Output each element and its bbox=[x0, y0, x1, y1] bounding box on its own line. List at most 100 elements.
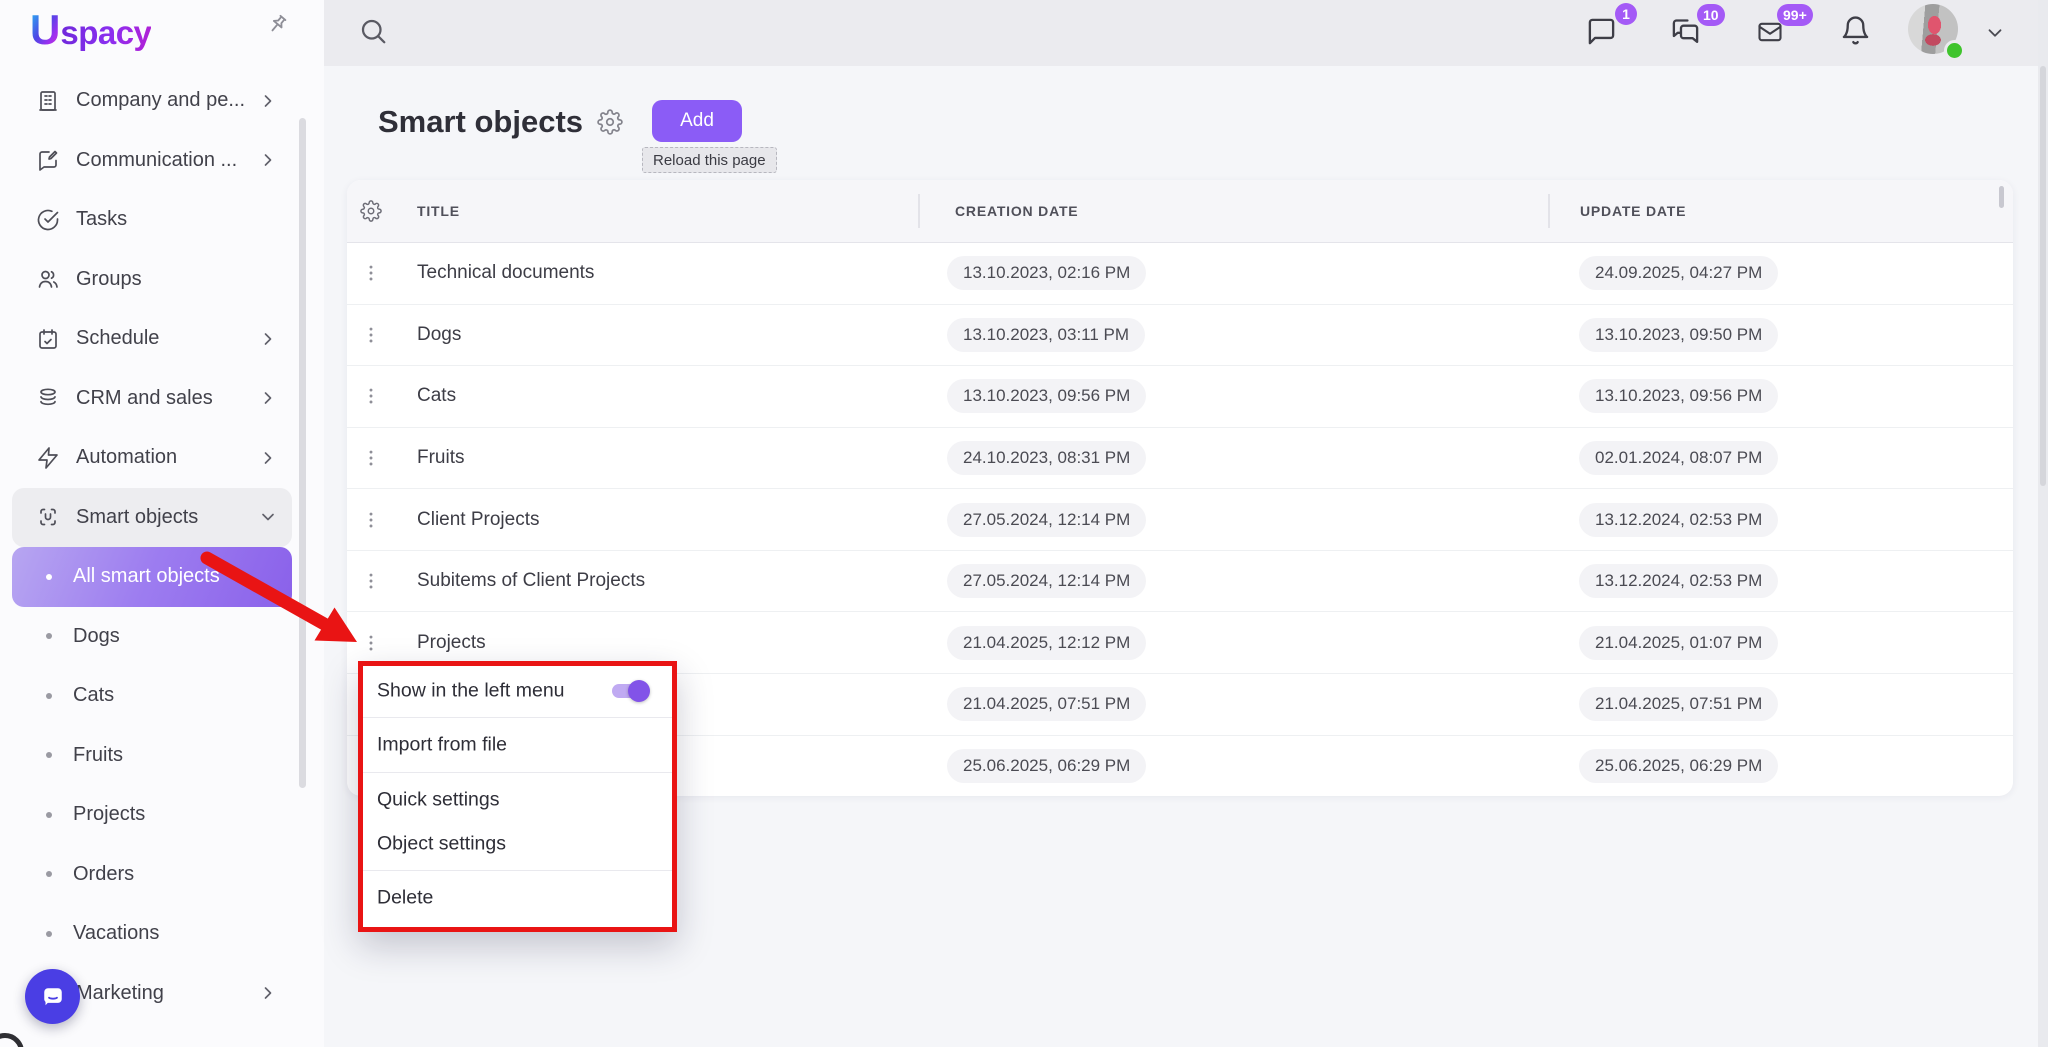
table-row[interactable]: Client Projects 27.05.2024, 12:14 PM 13.… bbox=[347, 489, 2013, 551]
lightning-icon bbox=[36, 446, 60, 470]
sidebar-item-label: CRM and sales bbox=[76, 387, 213, 410]
table-scrollbar-thumb[interactable] bbox=[1999, 186, 2004, 208]
chevron-right-icon bbox=[258, 983, 278, 1003]
creation-date-pill: 24.10.2023, 08:31 PM bbox=[947, 441, 1146, 475]
creation-date-pill: 27.05.2024, 12:14 PM bbox=[947, 564, 1146, 598]
row-title: Client Projects bbox=[417, 509, 540, 531]
sidebar-item-label: Orders bbox=[73, 863, 134, 886]
sidebar-nav: Company and pe... Communication ... Task… bbox=[0, 71, 324, 1023]
page-scrollbar[interactable] bbox=[2038, 0, 2048, 1047]
row-menu-kebab-icon[interactable] bbox=[360, 568, 382, 594]
bullet-icon bbox=[46, 931, 52, 937]
row-menu-kebab-icon[interactable] bbox=[360, 260, 382, 286]
column-header-creation-date: CREATION DATE bbox=[955, 203, 1078, 219]
topbar: 1 10 99+ bbox=[324, 0, 2048, 66]
sidebar-item-label: All smart objects bbox=[73, 565, 220, 588]
table-row[interactable]: Dogs 13.10.2023, 03:11 PM 13.10.2023, 09… bbox=[347, 305, 2013, 367]
table-row[interactable]: Subitems of Client Projects 27.05.2024, … bbox=[347, 551, 2013, 613]
page-settings-gear-icon[interactable] bbox=[597, 109, 623, 135]
column-divider[interactable] bbox=[918, 194, 920, 228]
column-divider[interactable] bbox=[1548, 194, 1550, 228]
toggle-knob bbox=[628, 680, 650, 702]
sidebar-item-vacations[interactable]: Vacations bbox=[12, 904, 292, 964]
table-row[interactable]: Technical documents 13.10.2023, 02:16 PM… bbox=[347, 243, 2013, 305]
column-header-title: TITLE bbox=[417, 203, 460, 219]
table-row[interactable]: Cats 13.10.2023, 09:56 PM 13.10.2023, 09… bbox=[347, 366, 2013, 428]
sidebar-item-crm[interactable]: CRM and sales bbox=[12, 369, 292, 429]
menu-item-delete[interactable]: Delete bbox=[377, 887, 433, 910]
update-date-pill: 21.04.2025, 07:51 PM bbox=[1579, 687, 1778, 721]
sidebar-item-fruits[interactable]: Fruits bbox=[12, 726, 292, 786]
sidebar-item-orders[interactable]: Orders bbox=[12, 845, 292, 905]
update-date-pill: 13.12.2024, 02:53 PM bbox=[1579, 564, 1778, 598]
row-menu-kebab-icon[interactable] bbox=[360, 383, 382, 409]
logo-u-glyph: U bbox=[30, 8, 60, 52]
sidebar-item-label: Dogs bbox=[73, 625, 120, 648]
sidebar-item-all-smart-objects[interactable]: All smart objects bbox=[12, 547, 292, 607]
intercom-chat-launcher[interactable] bbox=[25, 969, 80, 1024]
table-settings-gear-icon[interactable] bbox=[360, 200, 382, 222]
sidebar-item-label: Groups bbox=[76, 268, 142, 291]
sidebar-item-schedule[interactable]: Schedule bbox=[12, 309, 292, 369]
update-date-pill: 25.06.2025, 06:29 PM bbox=[1579, 749, 1778, 783]
row-menu-kebab-icon[interactable] bbox=[360, 630, 382, 656]
creation-date-pill: 13.10.2023, 03:11 PM bbox=[947, 318, 1145, 352]
row-menu-kebab-icon[interactable] bbox=[360, 507, 382, 533]
mail-badge: 99+ bbox=[1777, 4, 1813, 26]
sidebar-item-dogs[interactable]: Dogs bbox=[12, 607, 292, 667]
chevron-right-icon bbox=[258, 448, 278, 468]
show-in-left-menu-toggle[interactable] bbox=[612, 684, 646, 698]
chat-pencil-icon bbox=[36, 148, 60, 172]
menu-item-import-from-file[interactable]: Import from file bbox=[377, 734, 507, 757]
add-button[interactable]: Add bbox=[652, 100, 742, 142]
row-menu-kebab-icon[interactable] bbox=[360, 322, 382, 348]
row-menu-kebab-icon[interactable] bbox=[360, 445, 382, 471]
reload-tooltip: Reload this page bbox=[642, 147, 777, 173]
sidebar-item-projects[interactable]: Projects bbox=[12, 785, 292, 845]
menu-divider bbox=[363, 772, 672, 773]
sidebar-item-automation[interactable]: Automation bbox=[12, 428, 292, 488]
row-context-menu-annotation-highlight: Show in the left menu Import from file Q… bbox=[358, 661, 677, 932]
chat-icon[interactable] bbox=[1586, 16, 1617, 47]
bullet-icon bbox=[46, 752, 52, 758]
online-status-dot bbox=[1944, 40, 1965, 61]
menu-item-show-in-left-menu[interactable]: Show in the left menu bbox=[377, 680, 565, 703]
update-date-pill: 21.04.2025, 01:07 PM bbox=[1579, 626, 1778, 660]
sidebar-item-label: Communication ... bbox=[76, 149, 237, 172]
creation-date-pill: 25.06.2025, 06:29 PM bbox=[947, 749, 1146, 783]
creation-date-pill: 13.10.2023, 09:56 PM bbox=[947, 379, 1146, 413]
update-date-pill: 13.10.2023, 09:50 PM bbox=[1579, 318, 1778, 352]
profile-chevron-down-icon[interactable] bbox=[1984, 22, 2006, 44]
table-header: TITLE CREATION DATE UPDATE DATE bbox=[347, 180, 2013, 243]
chevron-right-icon bbox=[258, 329, 278, 349]
users-icon bbox=[36, 267, 60, 291]
page-title: Smart objects bbox=[378, 104, 583, 140]
column-header-update-date: UPDATE DATE bbox=[1580, 203, 1686, 219]
sidebar-item-company[interactable]: Company and pe... bbox=[12, 71, 292, 131]
sidebar-item-smart-objects[interactable]: Smart objects bbox=[12, 488, 292, 548]
group-chat-icon[interactable] bbox=[1670, 16, 1701, 47]
notifications-bell-icon[interactable] bbox=[1840, 15, 1871, 46]
menu-item-quick-settings[interactable]: Quick settings bbox=[377, 789, 499, 812]
page-scrollbar-thumb[interactable] bbox=[2040, 66, 2046, 486]
sidebar-item-label: Cats bbox=[73, 684, 114, 707]
row-title: Subitems of Client Projects bbox=[417, 570, 645, 592]
creation-date-pill: 27.05.2024, 12:14 PM bbox=[947, 503, 1146, 537]
uspacy-logo[interactable]: U spacy bbox=[30, 8, 151, 52]
update-date-pill: 24.09.2025, 04:27 PM bbox=[1579, 256, 1778, 290]
sidebar-item-label: Automation bbox=[76, 446, 177, 469]
menu-item-object-settings[interactable]: Object settings bbox=[377, 833, 506, 856]
table-row[interactable]: Fruits 24.10.2023, 08:31 PM 02.01.2024, … bbox=[347, 428, 2013, 490]
sidebar-item-groups[interactable]: Groups bbox=[12, 250, 292, 310]
sidebar-item-label: Vacations bbox=[73, 922, 159, 945]
pin-sidebar-icon[interactable] bbox=[264, 12, 290, 38]
sidebar-item-cats[interactable]: Cats bbox=[12, 666, 292, 726]
sidebar-item-tasks[interactable]: Tasks bbox=[12, 190, 292, 250]
sidebar-item-communication[interactable]: Communication ... bbox=[12, 131, 292, 191]
sidebar-item-label: Schedule bbox=[76, 327, 159, 350]
bullet-icon bbox=[46, 693, 52, 699]
sidebar-scrollbar[interactable] bbox=[299, 118, 306, 788]
bullet-icon bbox=[46, 812, 52, 818]
calendar-check-icon bbox=[36, 327, 60, 351]
search-icon[interactable] bbox=[358, 16, 388, 46]
